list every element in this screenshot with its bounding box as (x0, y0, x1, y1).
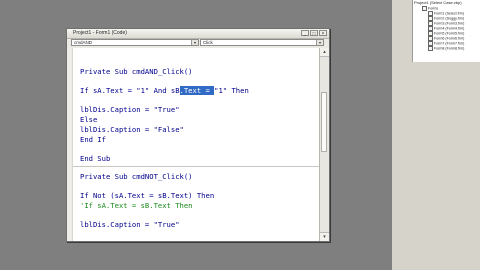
code-line-comment[interactable]: 'If sA.Text = sB.Text Then (80, 201, 193, 211)
folder-icon (422, 6, 427, 11)
project-explorer-panel: Project1 (Select Case.vbp) Forms Form1 (… (392, 0, 480, 270)
chevron-down-icon[interactable]: ▾ (316, 40, 323, 45)
code-line[interactable]: End Sub (80, 154, 110, 164)
object-combo-value: cmdAND (74, 40, 93, 45)
scroll-down-icon[interactable]: ▾ (320, 232, 329, 241)
vb-ide-screen: { "window": { "title": "Project1 - Form1… (0, 0, 480, 270)
maximize-button[interactable]: □ (310, 30, 318, 37)
margin-indicator-bar (67, 48, 73, 241)
procedure-combo[interactable]: Click ▾ (200, 39, 324, 46)
procedure-combo-value: Click (203, 40, 213, 45)
code-window: Project1 - Form1 (Code) _ □ × cmdAND ▾ C… (66, 28, 330, 242)
code-line[interactable]: If Not (sA.Text = sB.Text) Then (80, 191, 214, 201)
minimize-button[interactable]: _ (301, 30, 309, 37)
vertical-scrollbar[interactable]: ▴ ▾ (319, 48, 329, 241)
tree-item-form[interactable]: Form8 (Form8.frm) (428, 46, 464, 51)
scroll-thumb[interactable] (321, 92, 327, 152)
selected-text[interactable]: .Text = (179, 86, 215, 95)
object-combo[interactable]: cmdAND ▾ (71, 39, 199, 46)
chevron-down-icon[interactable]: ▾ (191, 40, 198, 45)
close-button[interactable]: × (319, 30, 327, 37)
code-editor[interactable]: Private Sub cmdAND_Click() If sA.Text = … (67, 48, 319, 241)
code-line[interactable]: lblDis.Caption = "False" (80, 125, 184, 135)
procedure-separator (73, 166, 319, 167)
code-line[interactable]: End If (80, 135, 106, 145)
code-line[interactable]: Else (80, 115, 97, 125)
code-line[interactable]: lblDis.Caption = "True" (80, 105, 180, 115)
scroll-up-icon[interactable]: ▴ (320, 48, 329, 57)
form-icon (428, 46, 433, 51)
code-line[interactable]: Private Sub cmdNOT_Click() (80, 172, 193, 182)
code-window-titlebar[interactable]: Project1 - Form1 (Code) _ □ × (67, 29, 329, 39)
code-line[interactable]: lblDis.Caption = "True" (80, 220, 180, 230)
code-line[interactable]: Private Sub cmdAND_Click() (80, 67, 193, 77)
window-title: Project1 - Form1 (Code) (73, 30, 127, 36)
code-line[interactable]: If sA.Text = "1" And sB.Text = "1" Then (80, 86, 249, 96)
project-title[interactable]: Project1 (Select Case.vbp) (414, 0, 462, 5)
code-text[interactable]: Private Sub cmdAND_Click() If sA.Text = … (80, 48, 249, 229)
